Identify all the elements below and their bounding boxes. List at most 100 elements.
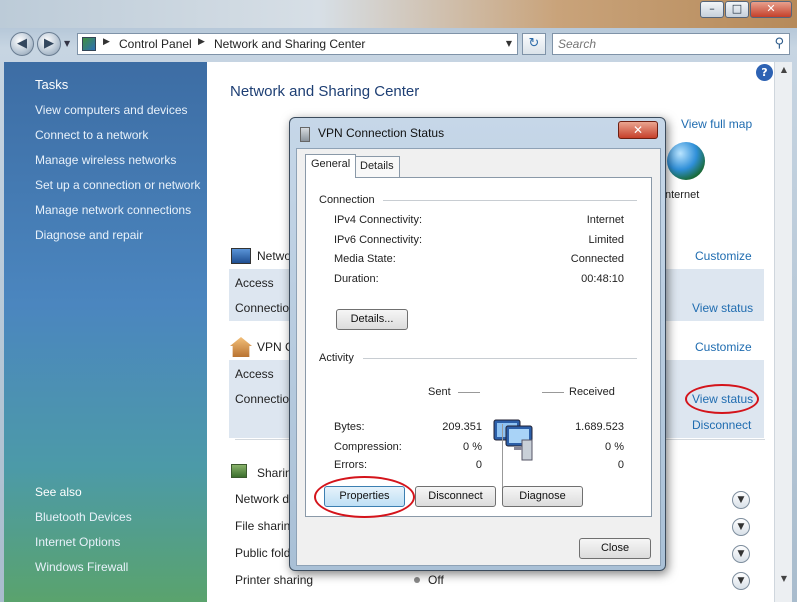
address-bar[interactable]: ▶ Control Panel ▶ Network and Sharing Ce…	[77, 33, 518, 55]
media-state-value: Connected	[570, 253, 624, 265]
highlight-ring-properties	[314, 476, 415, 518]
sharing-public-folder: Public fold	[235, 546, 291, 560]
customize-vpn-link[interactable]: Customize	[695, 340, 752, 354]
highlight-ring-view-status	[685, 384, 759, 414]
compression-sent-value: 0 %	[463, 441, 482, 453]
bytes-sent-value: 209.351	[442, 421, 482, 433]
ipv4-value: Internet	[586, 214, 624, 226]
breadcrumb-separator-icon: ▶	[198, 37, 205, 47]
see-also-bluetooth[interactable]: Bluetooth Devices	[35, 510, 132, 524]
compression-key: Compression:	[334, 441, 402, 453]
search-box[interactable]: ⚲	[552, 33, 790, 55]
tab-general[interactable]: General	[305, 154, 357, 178]
task-view-computers[interactable]: View computers and devices	[35, 103, 188, 117]
media-state-key: Media State:	[334, 253, 396, 265]
details-button[interactable]: Details...	[336, 309, 408, 330]
connection-group-heading: Connection	[319, 194, 375, 206]
customize-network-link[interactable]: Customize	[695, 249, 752, 263]
recent-pages-chevron-icon[interactable]: ▼	[64, 39, 70, 48]
scroll-up-arrow-icon[interactable]: ▲	[777, 65, 791, 79]
back-button[interactable]: ◀	[10, 32, 34, 56]
network-name: Netwo	[257, 249, 292, 263]
minimize-button[interactable]: –	[700, 1, 724, 18]
dialog-body: General Details Connection IPv4 Connecti…	[296, 148, 661, 566]
see-also-internet-options[interactable]: Internet Options	[35, 535, 120, 549]
task-manage-wireless[interactable]: Manage wireless networks	[35, 153, 176, 167]
sent-line	[458, 392, 480, 393]
scroll-down-arrow-icon[interactable]: ▼	[777, 574, 791, 588]
errors-key: Errors:	[334, 459, 367, 471]
expand-public-folder-chevron-icon[interactable]: ▼	[732, 545, 750, 563]
breadcrumb-network-sharing-center[interactable]: Network and Sharing Center	[214, 37, 365, 51]
back-arrow-icon: ◀	[17, 36, 27, 51]
close-window-button[interactable]: ✕	[750, 1, 792, 18]
vpn-disconnect-link[interactable]: Disconnect	[692, 418, 751, 432]
view-full-map-link[interactable]: View full map	[681, 117, 752, 131]
page-title: Network and Sharing Center	[230, 83, 420, 100]
vpn-home-icon	[230, 337, 252, 357]
task-setup-connection[interactable]: Set up a connection or network	[35, 178, 200, 192]
status-off-dot-icon	[414, 577, 420, 583]
refresh-button[interactable]: ↻	[522, 33, 546, 55]
task-manage-connections[interactable]: Manage network connections	[35, 203, 191, 217]
bytes-key: Bytes:	[334, 421, 365, 433]
expand-file-sharing-chevron-icon[interactable]: ▼	[732, 518, 750, 536]
connection-group-line	[383, 200, 637, 201]
network-connection-label: Connection	[235, 301, 296, 315]
window-titlebar[interactable]: – □ ✕	[0, 0, 797, 28]
diagnose-button[interactable]: Diagnose	[502, 486, 583, 507]
help-icon[interactable]: ?	[756, 64, 773, 81]
dialog-close-x-button[interactable]: ✕	[618, 121, 658, 139]
general-tab-panel: Connection IPv4 Connectivity: Internet I…	[305, 177, 652, 518]
see-also-firewall[interactable]: Windows Firewall	[35, 560, 128, 574]
sent-label: Sent	[428, 386, 451, 398]
received-label: Received	[569, 386, 615, 398]
task-pane: Tasks View computers and devices Connect…	[4, 62, 207, 602]
internet-label: nternet	[665, 189, 700, 201]
tab-details[interactable]: Details	[354, 156, 400, 177]
expand-printer-sharing-chevron-icon[interactable]: ▼	[732, 572, 750, 590]
internet-globe-icon	[667, 142, 705, 180]
activity-divider	[502, 424, 503, 490]
printer-sharing-status: Off	[428, 573, 444, 587]
sharing-printer-sharing: Printer sharing	[235, 573, 314, 587]
network-activity-icon	[493, 419, 533, 461]
forward-button[interactable]: ▶	[37, 32, 61, 56]
breadcrumb-control-panel[interactable]: Control Panel	[119, 37, 192, 51]
network-access-label: Access	[235, 276, 274, 290]
search-icon[interactable]: ⚲	[774, 36, 784, 51]
vertical-scrollbar[interactable]: ▲ ▼	[774, 62, 792, 602]
vpn-connection-label: Connection	[235, 392, 296, 406]
errors-received-value: 0	[617, 459, 624, 471]
search-input[interactable]	[558, 37, 758, 51]
network-view-status-link[interactable]: View status	[692, 301, 753, 315]
expand-network-discovery-chevron-icon[interactable]: ▼	[732, 491, 750, 509]
duration-value: 00:48:10	[581, 273, 624, 285]
maximize-button[interactable]: □	[725, 1, 749, 18]
task-connect-network[interactable]: Connect to a network	[35, 128, 148, 142]
refresh-icon: ↻	[528, 36, 540, 51]
sharing-network-discovery: Network d	[235, 492, 290, 506]
compression-received-value: 0 %	[605, 441, 624, 453]
sharing-icon	[231, 464, 247, 478]
forward-arrow-icon: ▶	[44, 36, 54, 51]
activity-group-line	[363, 358, 637, 359]
ipv6-key: IPv6 Connectivity:	[334, 234, 423, 246]
sharing-file-sharing: File sharin	[235, 519, 291, 533]
sharing-heading: Sharin	[257, 466, 292, 480]
vpn-dialog-icon	[300, 127, 310, 142]
network-sharing-window: – □ ✕ ◀ ▶ ▼ ▶ Control Panel ▶ Network an…	[0, 0, 797, 602]
duration-key: Duration:	[334, 273, 379, 285]
control-panel-icon	[82, 37, 96, 51]
disconnect-button[interactable]: Disconnect	[415, 486, 496, 507]
close-button[interactable]: Close	[579, 538, 651, 559]
vpn-status-dialog: VPN Connection Status ✕ General Details …	[289, 117, 666, 571]
dialog-title: VPN Connection Status	[318, 126, 445, 140]
tasks-heading: Tasks	[35, 77, 69, 92]
navigation-bar: ◀ ▶ ▼ ▶ Control Panel ▶ Network and Shar…	[0, 28, 797, 60]
vpn-access-label: Access	[235, 367, 274, 381]
address-dropdown-icon[interactable]: ▼	[506, 39, 512, 48]
received-line	[542, 392, 564, 393]
breadcrumb-separator-icon: ▶	[103, 37, 110, 47]
task-diagnose-repair[interactable]: Diagnose and repair	[35, 228, 143, 242]
